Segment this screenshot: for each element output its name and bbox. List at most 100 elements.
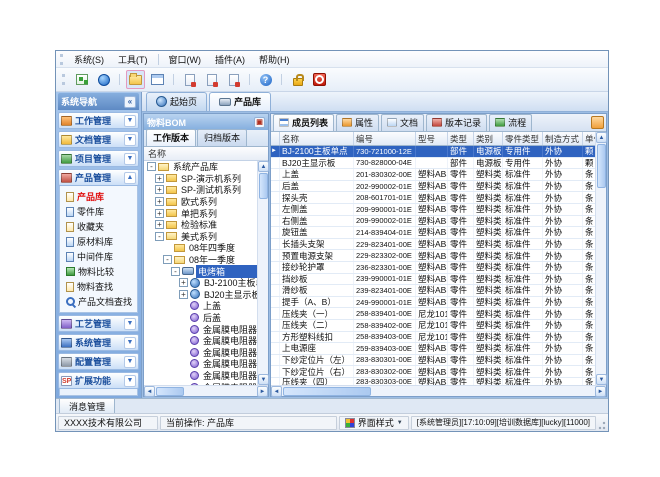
chevron-down-icon[interactable]: ▼	[124, 356, 136, 368]
table-vertical-scrollbar[interactable]: ▲ ▼	[595, 132, 606, 385]
tree-node[interactable]: +BJ-2100主板单点	[144, 277, 257, 289]
chevron-up-icon[interactable]: ▲	[124, 172, 136, 184]
column-header-单位[interactable]: 单位	[583, 132, 595, 145]
sidebar-group-config[interactable]: 配置管理▼	[58, 353, 139, 370]
column-header-零件类型[interactable]: 零件类型	[503, 132, 543, 145]
tree-column-header[interactable]: 名称	[144, 147, 268, 161]
menu-grip[interactable]	[60, 54, 63, 65]
doc-refresh-button[interactable]	[202, 70, 221, 89]
column-header-制造方式[interactable]: 制造方式	[543, 132, 583, 145]
tree-vscroll-thumb[interactable]	[259, 173, 268, 199]
collapse-icon[interactable]: -	[171, 267, 180, 276]
collapse-icon[interactable]: -	[163, 255, 172, 264]
doc-tab-start[interactable]: 起始页	[146, 92, 207, 111]
sidebar-group-docs[interactable]: 文档管理▼	[58, 131, 139, 148]
tree-node[interactable]: +BJ20主显示板	[144, 289, 257, 301]
power-button[interactable]	[310, 70, 329, 89]
sidebar-item-物料比较[interactable]: 物料比较	[60, 264, 137, 279]
table-row[interactable]: 预置电源支架229-823302-00E塑料ABS零件塑料类标准件外协条	[271, 250, 595, 262]
tree-node[interactable]: 08年四季度	[144, 242, 257, 254]
globe-button[interactable]	[94, 70, 113, 89]
detail-tabs-options-button[interactable]	[591, 116, 604, 129]
tree-node[interactable]: -电烤箱	[144, 265, 257, 277]
sidebar-group-craft[interactable]: 工艺管理▼	[58, 315, 139, 332]
chevron-down-icon[interactable]: ▼	[124, 318, 136, 330]
tree-vscroll-track[interactable]	[258, 200, 268, 374]
chevron-down-icon[interactable]: ▼	[124, 115, 136, 127]
table-button[interactable]	[148, 70, 167, 89]
ui-style-selector[interactable]: 界面样式 ▼	[339, 416, 409, 430]
table-row[interactable]: 压线夹（四）283-830303-00E塑料ABS零件塑料类标准件外协条	[271, 378, 595, 385]
lock-button[interactable]	[288, 70, 307, 89]
menu-item-plugins[interactable]: 插件(A)	[208, 51, 252, 68]
collapse-icon[interactable]: -	[147, 162, 156, 171]
tab-归档版本[interactable]: 归档版本	[197, 129, 247, 146]
table-row[interactable]: 接纱轮护罩236-823301-00E塑料ABS零件塑料类标准件外协条	[271, 262, 595, 274]
table-row[interactable]: 压线夹（一）258-839401-00E尼龙1010零件塑料类标准件外协条	[271, 308, 595, 320]
table-row[interactable]: 探头壳208-601701-01E塑料ABS零件塑料类标准件外协条	[271, 192, 595, 204]
scroll-right-icon[interactable]: ►	[595, 386, 606, 397]
sidebar-item-物料查找[interactable]: 物料查找	[60, 279, 137, 294]
tree-node[interactable]: 金属膜电阻器	[144, 347, 257, 359]
tab-属性[interactable]: 属性	[336, 114, 379, 131]
table-row[interactable]: BJ20主显示板730-828000-04E部件电源板专用件外协颗	[271, 158, 595, 170]
expand-icon[interactable]: +	[155, 197, 164, 206]
tree-node[interactable]: -美式系列	[144, 231, 257, 243]
tree-hscroll-thumb[interactable]	[156, 387, 184, 396]
scroll-right-icon[interactable]: ►	[257, 386, 268, 397]
scroll-down-icon[interactable]: ▼	[258, 374, 269, 385]
resize-grip[interactable]	[598, 416, 606, 430]
tree-node[interactable]: 后盖	[144, 312, 257, 324]
table-row[interactable]: 下纱定位片（右）283-830302-00E塑料ABS零件塑料类标准件外协条	[271, 366, 595, 378]
doc-close-button[interactable]	[224, 70, 243, 89]
sidebar-item-产品库[interactable]: 产品库	[60, 189, 137, 204]
table-row[interactable]: 挡纱板239-990001-01E塑料ABS零件塑料类标准件外协条	[271, 274, 595, 286]
scroll-left-icon[interactable]: ◄	[144, 386, 155, 397]
tree-node[interactable]: 金属膜电阻器	[144, 323, 257, 335]
scroll-left-icon[interactable]: ◄	[271, 386, 282, 397]
expand-icon[interactable]: +	[179, 290, 188, 299]
tree-node[interactable]: 金属膜电阻器	[144, 335, 257, 347]
tree-node[interactable]: -系统产品库	[144, 161, 257, 173]
sidebar-item-产品文档查找[interactable]: 产品文档查找	[60, 294, 137, 309]
column-header-编号[interactable]: 编号	[354, 132, 416, 145]
table-row[interactable]: 提手（A、B）249-990001-01E塑料ABS零件塑料类标准件外协条	[271, 297, 595, 309]
column-header-类型[interactable]: 类型	[448, 132, 474, 145]
scroll-up-icon[interactable]: ▲	[596, 132, 607, 143]
tree-hscroll-track[interactable]	[185, 386, 257, 396]
table-vscroll-track[interactable]	[596, 189, 606, 374]
table-row[interactable]: 上电源座259-839403-00E塑料ABS零件塑料类标准件外协条	[271, 343, 595, 355]
report-button[interactable]	[72, 70, 91, 89]
table-vscroll-thumb[interactable]	[597, 144, 606, 188]
sidebar-item-中间件库[interactable]: 中间件库	[60, 249, 137, 264]
menu-item-system[interactable]: 系统(S)	[67, 51, 111, 68]
expand-icon[interactable]: +	[155, 174, 164, 183]
tree-node[interactable]: 金属膜电阻器	[144, 370, 257, 382]
sidebar-group-sp[interactable]: SP扩展功能▼	[58, 372, 139, 389]
column-header-型号[interactable]: 型号	[416, 132, 448, 145]
tab-成员列表[interactable]: 成员列表	[273, 114, 334, 131]
table-horizontal-scrollbar[interactable]: ◄ ►	[271, 385, 606, 396]
expand-icon[interactable]: +	[155, 220, 164, 229]
table-row[interactable]: 左侧盖209-990001-01E塑料ABS零件塑料类标准件外协条	[271, 204, 595, 216]
sidebar-item-收藏夹[interactable]: 收藏夹	[60, 219, 137, 234]
table-row[interactable]: 方形塑料线扣258-839403-00E尼龙1010零件塑料类标准件外协条	[271, 332, 595, 344]
tree-node[interactable]: 上盖	[144, 300, 257, 312]
tree-node[interactable]: +单把系列	[144, 207, 257, 219]
sidebar-item-原材料库[interactable]: 原材料库	[60, 234, 137, 249]
table-row[interactable]: 后盖202-990002-01E塑料ABS零件塑料类标准件外协条	[271, 181, 595, 193]
collapse-icon[interactable]: -	[155, 232, 164, 241]
scroll-down-icon[interactable]: ▼	[596, 374, 607, 385]
sidebar-group-project[interactable]: 项目管理▼	[58, 150, 139, 167]
tree-node[interactable]: +欧式系列	[144, 196, 257, 208]
sidebar-group-product[interactable]: 产品管理▲	[58, 169, 139, 186]
tree-node[interactable]: +SP-测试机系列	[144, 184, 257, 196]
table-row[interactable]: 长插头支架229-823401-00E塑料ABS零件塑料类标准件外协条	[271, 239, 595, 251]
tree-node[interactable]: 金属膜电阻器	[144, 358, 257, 370]
tree-node[interactable]: +SP-演示机系列	[144, 173, 257, 185]
menu-item-window[interactable]: 窗口(W)	[162, 51, 209, 68]
tab-工作版本[interactable]: 工作版本	[146, 129, 196, 146]
tree-node[interactable]: +检验标准	[144, 219, 257, 231]
doc-tab-product[interactable]: 产品库	[209, 92, 271, 111]
table-row[interactable]: 滑纱板239-823401-00E塑料ABS零件塑料类标准件外协条	[271, 285, 595, 297]
